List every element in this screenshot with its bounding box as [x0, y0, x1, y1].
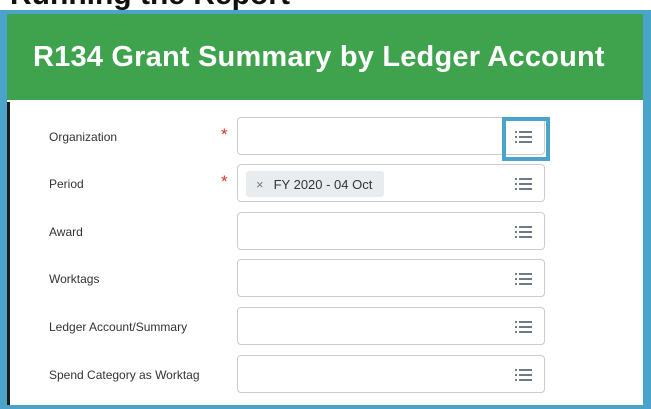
field-label-ledger-account: Ledger Account/Summary [49, 320, 188, 334]
screenshot-frame: R134 Grant Summary by Ledger Account Org… [0, 10, 651, 409]
form-row-spend-category: Spend Category as Worktag [7, 355, 643, 395]
organization-input[interactable] [237, 117, 545, 155]
list-prompt-icon[interactable] [515, 224, 533, 240]
award-input[interactable] [237, 212, 545, 250]
list-prompt-icon[interactable] [515, 367, 533, 383]
report-title: R134 Grant Summary by Ledger Account [33, 40, 605, 73]
list-prompt-icon[interactable] [515, 176, 533, 192]
field-label-period: Period [49, 177, 84, 191]
field-label-spend-category: Spend Category as Worktag [49, 368, 200, 382]
selected-period-pill: × FY 2020 - 04 Oct [246, 171, 385, 197]
report-prompt-panel: R134 Grant Summary by Ledger Account Org… [7, 14, 643, 405]
ledger-account-input[interactable] [237, 307, 545, 345]
selected-period-value: FY 2020 - 04 Oct [273, 176, 373, 192]
form-row-period: Period * × FY 2020 - 04 Oct [7, 164, 643, 204]
spend-category-input[interactable] [237, 355, 545, 393]
field-label-worktags: Worktags [49, 272, 100, 286]
worktags-input[interactable] [237, 259, 545, 297]
list-prompt-icon[interactable] [515, 319, 533, 335]
highlight-callout-box [502, 117, 550, 161]
field-label-organization: Organization [49, 130, 118, 144]
form-row-award: Award [7, 212, 643, 252]
form-row-ledger-account: Ledger Account/Summary [7, 307, 643, 347]
required-marker: * [221, 125, 228, 144]
remove-selection-icon[interactable]: × [256, 177, 264, 192]
field-label-award: Award [49, 225, 83, 239]
list-prompt-icon[interactable] [515, 271, 533, 287]
form-row-worktags: Worktags [7, 259, 643, 299]
report-header: R134 Grant Summary by Ledger Account [7, 14, 643, 100]
required-marker: * [221, 172, 228, 191]
period-input[interactable]: × FY 2020 - 04 Oct [237, 164, 545, 202]
